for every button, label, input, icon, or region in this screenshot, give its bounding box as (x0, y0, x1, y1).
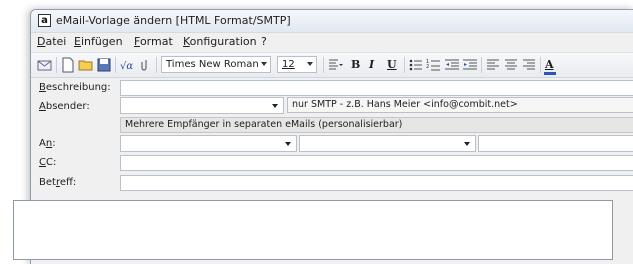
to-select-3[interactable] (478, 135, 633, 152)
increase-indent-icon[interactable] (462, 57, 478, 73)
to-label: An: (39, 138, 56, 149)
font-color-icon[interactable]: A (545, 58, 554, 71)
toolbar-separator (323, 57, 324, 73)
subject-label: Betreff: (39, 177, 77, 188)
svg-text:2: 2 (426, 64, 429, 70)
chevron-down-icon (285, 142, 291, 146)
font-color-swatch (544, 72, 556, 75)
cc-label: CC: (39, 157, 57, 168)
bullet-list-icon[interactable] (408, 57, 424, 73)
svg-text:√α: √α (120, 61, 133, 72)
to-select-2[interactable] (299, 135, 476, 152)
formula-icon[interactable]: √α (119, 57, 135, 73)
numbered-list-icon[interactable]: 12 (426, 57, 442, 73)
font-name-select[interactable]: Times New Roman (161, 56, 271, 73)
menu-help[interactable]: ? (261, 35, 267, 48)
toolbar-separator (56, 57, 57, 73)
subject-input[interactable] (120, 175, 633, 191)
chevron-down-icon (272, 104, 278, 108)
toolbar-separator (540, 57, 541, 73)
formatting-toolbar: √α Times New Roman 12 B I U 12 A (31, 52, 633, 78)
menu-einfuegen[interactable]: Einfügen (74, 35, 123, 48)
italic-button[interactable]: I (369, 58, 374, 71)
font-size-select[interactable]: 12 (277, 56, 317, 73)
save-icon[interactable] (96, 57, 112, 73)
toolbar-separator (156, 57, 157, 73)
decrease-indent-icon[interactable] (444, 57, 460, 73)
title-bar: a eMail-Vorlage ändern [HTML Format/SMTP… (31, 10, 633, 33)
description-input[interactable] (120, 80, 633, 96)
align-right-icon[interactable] (521, 57, 537, 73)
align-left-icon[interactable] (485, 57, 501, 73)
attachment-icon[interactable] (137, 57, 153, 73)
separate-mails-toggle[interactable]: Mehrere Empfänger in separaten eMails (p… (120, 117, 633, 133)
open-folder-icon[interactable] (78, 57, 94, 73)
menu-datei[interactable]: Datei (37, 35, 66, 48)
toolbar-separator (404, 57, 405, 73)
align-center-icon[interactable] (503, 57, 519, 73)
menu-bar: Datei Einfügen Format Konfiguration ? (31, 33, 633, 51)
to-select-1[interactable] (120, 135, 297, 152)
description-label: Beschreibung: (39, 82, 111, 93)
app-icon: a (38, 14, 51, 27)
underline-button[interactable]: U (387, 58, 397, 71)
menu-konfiguration[interactable]: Konfiguration (183, 35, 257, 48)
window-title: eMail-Vorlage ändern [HTML Format/SMTP] (56, 14, 291, 27)
new-document-icon[interactable] (60, 57, 76, 73)
chevron-down-icon (464, 142, 470, 146)
bold-button[interactable]: B (351, 58, 360, 71)
sender-hint: nur SMTP - z.B. Hans Meier <info@combit.… (287, 97, 633, 113)
toolbar-separator (115, 57, 116, 73)
sender-label: Absender: (39, 101, 90, 112)
message-body-editor[interactable] (13, 200, 613, 260)
chevron-down-icon (261, 62, 267, 66)
email-icon[interactable] (37, 57, 53, 73)
cc-input[interactable] (120, 155, 633, 171)
toolbar-separator (481, 57, 482, 73)
sender-select[interactable] (120, 97, 284, 114)
menu-format[interactable]: Format (134, 35, 173, 48)
paragraph-icon[interactable] (327, 57, 343, 73)
chevron-down-icon (307, 62, 313, 66)
